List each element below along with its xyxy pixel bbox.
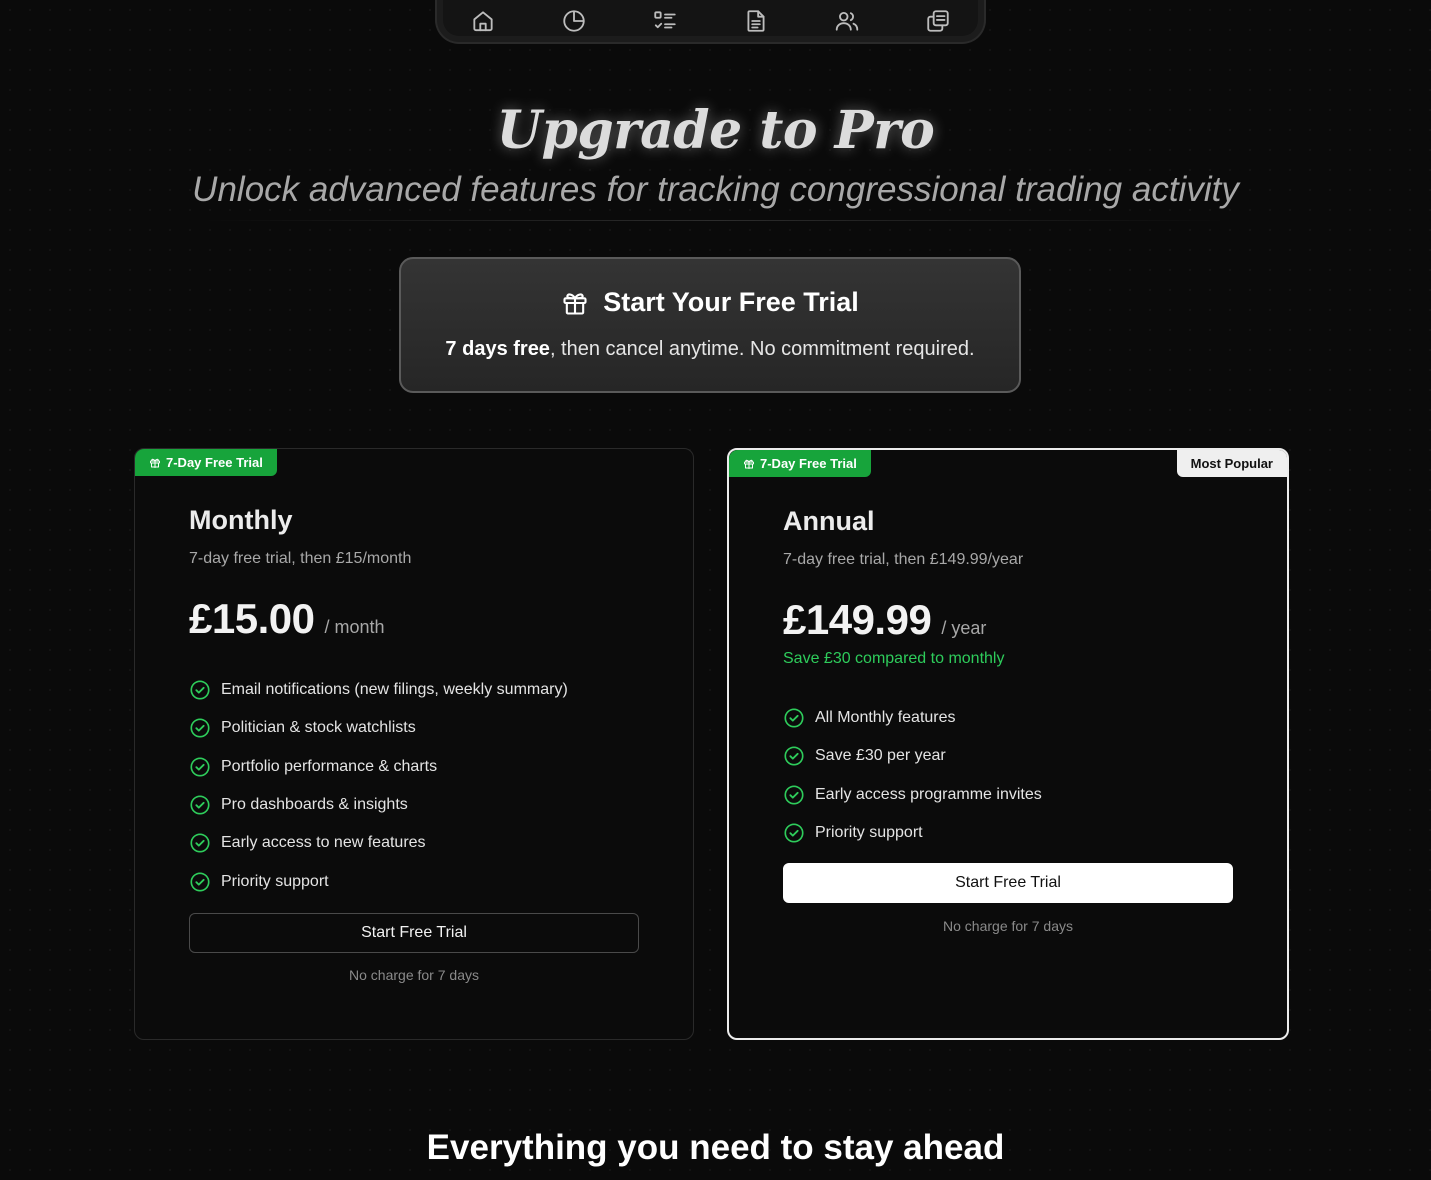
feature-item: Priority support <box>783 814 1042 852</box>
feature-item: Email notifications (new filings, weekly… <box>189 671 568 709</box>
nav-copy[interactable] <box>918 1 958 41</box>
check-circle-icon <box>190 757 210 777</box>
plan-name: Annual <box>783 506 875 536</box>
feature-item: Early access to new features <box>189 824 568 862</box>
price-row: £15.00 / month <box>189 595 385 643</box>
most-popular-badge: Most Popular <box>1176 450 1287 477</box>
divider <box>200 220 1230 221</box>
plan-card-monthly: 7-Day Free Trial Monthly 7-day free tria… <box>134 448 694 1040</box>
pie-chart-icon <box>563 10 585 32</box>
check-circle-icon <box>190 872 210 892</box>
checklist-icon <box>654 11 676 29</box>
banner-body-text: , then cancel anytime. No commitment req… <box>549 338 975 360</box>
trial-tag-label: 7-Day Free Trial <box>166 455 263 470</box>
top-navigation <box>435 0 986 44</box>
plan-price: £15.00 <box>189 595 315 642</box>
nav-politicians[interactable] <box>827 1 867 41</box>
feature-item: Early access programme invites <box>783 776 1042 814</box>
savings-note: Save £30 compared to monthly <box>783 650 1005 667</box>
start-free-trial-button-annual[interactable]: Start Free Trial <box>783 863 1233 903</box>
plan-description: 7-day free trial, then £15/month <box>189 550 412 567</box>
check-circle-icon <box>190 680 210 700</box>
document-icon <box>747 10 765 32</box>
section-title: Everything you need to stay ahead <box>426 1128 1005 1167</box>
feature-list: Email notifications (new filings, weekly… <box>189 671 568 901</box>
check-circle-icon <box>784 746 804 766</box>
trial-tag-label: 7-Day Free Trial <box>760 456 857 471</box>
feature-list: All Monthly features Save £30 per year E… <box>783 699 1042 852</box>
plan-period: / month <box>324 617 385 637</box>
gift-icon <box>744 459 754 469</box>
check-circle-icon <box>784 708 804 728</box>
feature-item: Portfolio performance & charts <box>189 748 568 786</box>
banner-body-bold: 7 days free <box>445 338 550 360</box>
nav-analytics[interactable] <box>554 1 594 41</box>
feature-item: All Monthly features <box>783 699 1042 737</box>
trial-tag: 7-Day Free Trial <box>135 449 277 476</box>
free-trial-banner: Start Your Free Trial 7 days free, then … <box>399 257 1021 393</box>
feature-item: Pro dashboards & insights <box>189 786 568 824</box>
page-title: Upgrade to Pro <box>496 100 935 161</box>
check-circle-icon <box>784 823 804 843</box>
check-circle-icon <box>190 718 210 738</box>
start-free-trial-button-monthly[interactable]: Start Free Trial <box>189 913 639 953</box>
banner-body: 7 days free, then cancel anytime. No com… <box>401 338 1019 361</box>
price-row: £149.99 / year <box>783 596 986 644</box>
check-circle-icon <box>784 785 804 805</box>
no-charge-note: No charge for 7 days <box>349 967 479 983</box>
nav-watchlist[interactable] <box>645 1 685 41</box>
plan-name: Monthly <box>189 505 293 535</box>
nav-filings[interactable] <box>736 1 776 41</box>
gift-icon <box>563 292 587 315</box>
home-icon <box>472 11 493 32</box>
plan-price: £149.99 <box>783 596 932 643</box>
plan-description: 7-day free trial, then £149.99/year <box>783 551 1024 568</box>
page-subtitle: Unlock advanced features for tracking co… <box>192 170 1239 209</box>
nav-home[interactable] <box>463 1 503 41</box>
trial-tag: 7-Day Free Trial <box>729 450 871 477</box>
check-circle-icon <box>190 795 210 815</box>
banner-title: Start Your Free Trial <box>603 287 859 317</box>
feature-item: Save £30 per year <box>783 737 1042 775</box>
users-icon <box>835 11 859 31</box>
copy-icon <box>927 10 950 32</box>
plan-card-annual: 7-Day Free Trial Most Popular Annual 7-d… <box>727 448 1289 1040</box>
check-circle-icon <box>190 833 210 853</box>
banner-heading: Start Your Free Trial <box>401 287 1019 318</box>
no-charge-note: No charge for 7 days <box>943 918 1073 934</box>
feature-item: Priority support <box>189 862 568 900</box>
feature-item: Politician & stock watchlists <box>189 709 568 747</box>
plan-period: / year <box>941 618 987 638</box>
gift-icon <box>150 458 160 468</box>
